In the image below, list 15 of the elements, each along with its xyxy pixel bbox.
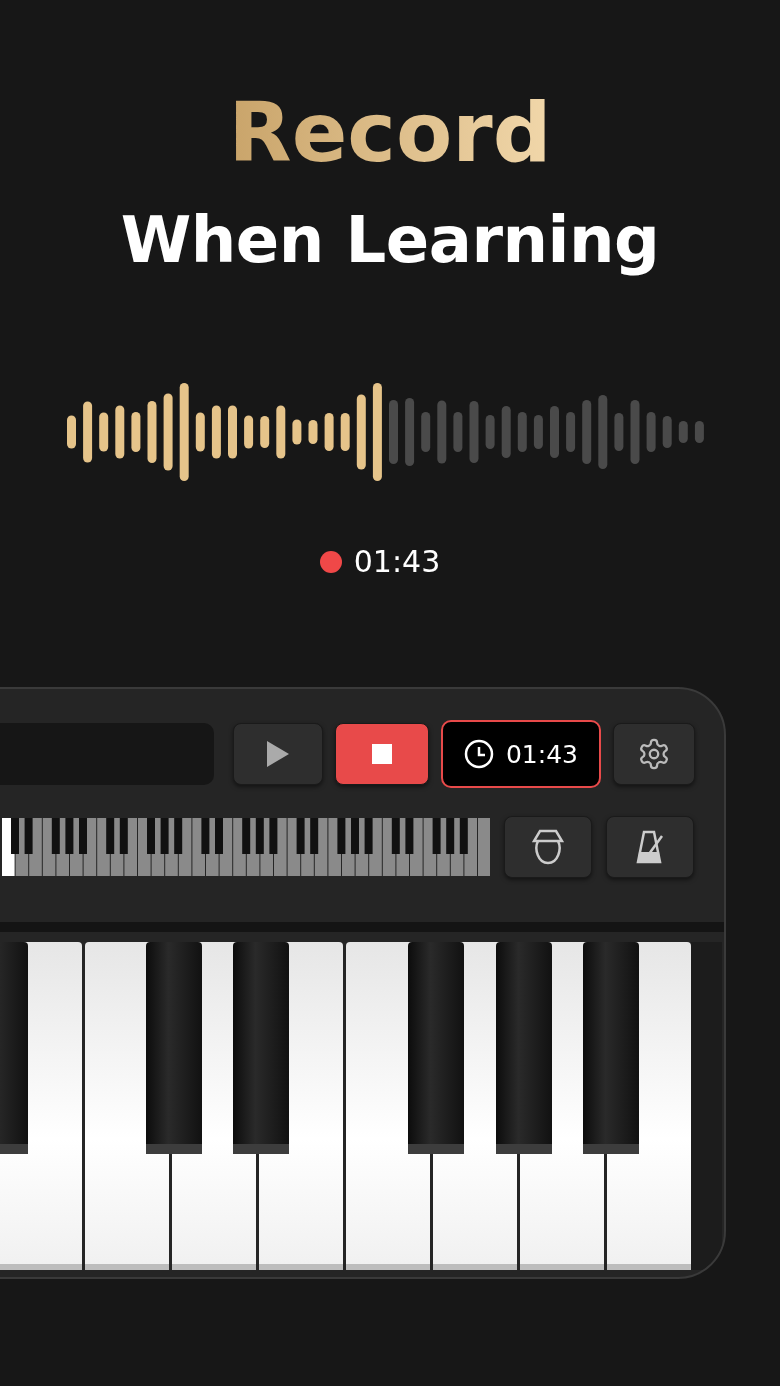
settings-icon [637,737,671,771]
stop-button[interactable] [335,723,429,785]
lyre-icon [532,829,564,865]
mini-keyboard-drawing[interactable] [2,818,490,876]
clock-icon [463,739,494,769]
metronome-button[interactable] [606,816,694,878]
metronome-icon [635,830,665,864]
recording-time: 01:43 [353,544,441,579]
piano-keyboard-drawing[interactable] [0,942,722,1272]
play-button[interactable] [233,723,323,785]
stop-icon [372,744,392,764]
settings-button[interactable] [613,723,695,785]
tuner-button[interactable] [504,816,592,878]
play-icon [267,741,289,767]
timer-button[interactable]: 01:43 [441,720,601,788]
